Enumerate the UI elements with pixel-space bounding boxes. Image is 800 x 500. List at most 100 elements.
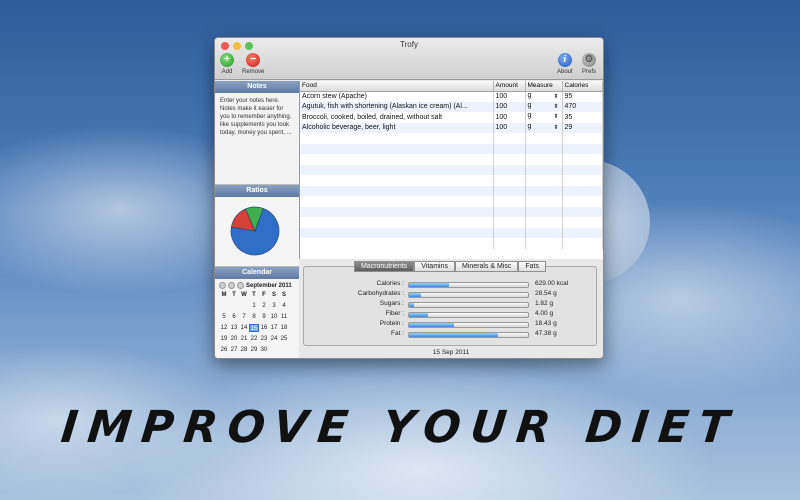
table-row[interactable]: Acorn stew (Apache) 100 g ⬍ 95 bbox=[300, 91, 603, 102]
tab-fats[interactable]: Fats bbox=[518, 261, 547, 272]
weekday-header: W bbox=[241, 292, 247, 298]
table-cell bbox=[525, 154, 563, 165]
table-cell bbox=[300, 133, 494, 144]
nutrient-label: Fat : bbox=[390, 330, 404, 337]
plus-icon: + bbox=[220, 53, 234, 67]
food-table: Food Amount Measure Calories Acorn stew (Ap… bbox=[300, 81, 603, 249]
table-cell: 100 bbox=[493, 122, 526, 133]
measure-stepper-icon[interactable]: ⬍ bbox=[553, 102, 558, 112]
calendar-day[interactable]: 9 bbox=[259, 313, 269, 321]
nutrient-progress-fill bbox=[409, 293, 421, 297]
ratios-header: Ratios bbox=[215, 185, 299, 197]
table-cell: Broccoli, cooked, boiled, drained, witho… bbox=[300, 112, 494, 123]
calendar-day[interactable]: 10 bbox=[269, 313, 279, 321]
table-cell: g ⬍ bbox=[525, 91, 563, 102]
tab-vitamins[interactable]: Vitamins bbox=[414, 261, 455, 272]
calendar-day[interactable]: 29 bbox=[249, 346, 259, 354]
table-cell bbox=[562, 227, 603, 238]
info-icon: i bbox=[557, 53, 572, 67]
table-cell bbox=[525, 206, 563, 217]
add-button[interactable]: + Add bbox=[220, 53, 234, 75]
table-row bbox=[300, 133, 603, 144]
notes-textarea[interactable]: Enter your notes here. Notes make it eas… bbox=[215, 93, 299, 185]
calendar-day[interactable]: 21 bbox=[239, 335, 249, 343]
table-row[interactable]: Agutuk, fish with shortening (Alaskan ic… bbox=[300, 101, 603, 112]
remove-button[interactable]: − Remove bbox=[242, 53, 264, 75]
nutrient-progress-bar bbox=[408, 302, 529, 308]
calendar-day[interactable]: 19 bbox=[219, 335, 229, 343]
table-cell bbox=[300, 217, 494, 228]
prev-month-button[interactable] bbox=[219, 282, 226, 289]
table-row bbox=[300, 238, 603, 249]
about-button[interactable]: i About bbox=[557, 53, 573, 75]
column-header-food[interactable]: Food bbox=[300, 81, 494, 92]
table-cell bbox=[562, 143, 603, 154]
today-button[interactable] bbox=[228, 282, 235, 289]
calendar-day[interactable]: 26 bbox=[219, 346, 229, 354]
measure-stepper-icon[interactable]: ⬍ bbox=[553, 123, 558, 133]
table-row bbox=[300, 143, 603, 154]
cell-measure: g bbox=[527, 101, 532, 109]
calendar-day[interactable]: 20 bbox=[229, 335, 239, 343]
table-row bbox=[300, 217, 603, 228]
tab-macronutrients[interactable]: Macronutrients bbox=[353, 261, 415, 272]
tab-minerals-misc[interactable]: Minerals & Misc bbox=[454, 261, 519, 272]
calendar-day[interactable]: 5 bbox=[219, 313, 229, 321]
calendar-month-label: September 2011 bbox=[246, 282, 292, 289]
table-row[interactable]: Broccoli, cooked, boiled, drained, witho… bbox=[300, 112, 603, 123]
column-header-measure[interactable]: Measure bbox=[525, 81, 563, 92]
table-cell bbox=[300, 185, 494, 196]
calendar-day[interactable]: 30 bbox=[259, 346, 269, 354]
nutrient-label: Protein : bbox=[379, 320, 404, 327]
column-header-amount[interactable]: Amount bbox=[493, 81, 526, 92]
calendar-day[interactable]: 25 bbox=[279, 335, 289, 343]
calendar-day[interactable]: 13 bbox=[229, 324, 239, 332]
calendar-day[interactable]: 28 bbox=[239, 346, 249, 354]
next-month-button[interactable] bbox=[237, 282, 244, 289]
calendar-day[interactable]: 2 bbox=[259, 302, 269, 310]
calendar-day[interactable]: 3 bbox=[269, 302, 279, 310]
calendar-day[interactable]: 23 bbox=[259, 335, 269, 343]
calendar-day[interactable]: 8 bbox=[249, 313, 259, 321]
nutrient-label: Fiber : bbox=[385, 310, 404, 317]
table-cell bbox=[562, 185, 603, 196]
calendar-day[interactable]: 22 bbox=[249, 335, 259, 343]
weekday-header: T bbox=[252, 292, 256, 298]
calendar-day[interactable]: 18 bbox=[279, 324, 289, 332]
calendar-day[interactable]: 17 bbox=[269, 324, 279, 332]
calendar-day[interactable]: 6 bbox=[229, 313, 239, 321]
table-cell: 100 bbox=[493, 112, 526, 123]
calendar-day[interactable]: 27 bbox=[229, 346, 239, 354]
calendar-day[interactable]: 14 bbox=[239, 324, 249, 332]
calendar-day[interactable]: 11 bbox=[279, 313, 289, 321]
table-cell bbox=[562, 164, 603, 175]
table-cell bbox=[300, 164, 494, 175]
cell-food: Acorn stew (Apache) bbox=[302, 93, 367, 100]
calendar-day[interactable]: 1 bbox=[249, 302, 259, 310]
table-cell bbox=[525, 217, 563, 228]
left-sidebar: Notes Enter your notes here. Notes make … bbox=[215, 81, 299, 358]
summary-tabs: Macronutrients Vitamins Minerals & Misc Fat… bbox=[304, 261, 596, 272]
calendar-day[interactable]: 16 bbox=[259, 324, 269, 332]
measure-stepper-icon[interactable]: ⬍ bbox=[553, 112, 558, 122]
cell-food: Alcoholic beverage, beer, light bbox=[302, 124, 396, 132]
weekday-header: S bbox=[281, 292, 286, 298]
table-row[interactable]: Alcoholic beverage, beer, light 100 g ⬍ 29 bbox=[300, 122, 603, 133]
calendar-day[interactable]: 7 bbox=[239, 313, 249, 321]
window-title: Trofy bbox=[400, 40, 418, 49]
table-cell bbox=[300, 206, 494, 217]
nutrient-progress-fill bbox=[409, 333, 499, 337]
table-cell bbox=[493, 154, 526, 165]
nutrient-value: 28.54 g bbox=[535, 290, 557, 297]
calendar-day[interactable]: 15 bbox=[249, 324, 259, 332]
calendar-day[interactable]: 12 bbox=[219, 324, 229, 332]
table-cell bbox=[493, 217, 526, 228]
prefs-button[interactable]: ⚙ Prefs bbox=[582, 53, 596, 75]
nutrient-value: 629.00 kcal bbox=[535, 280, 569, 287]
table-row bbox=[300, 206, 603, 217]
table-cell bbox=[300, 143, 494, 154]
measure-stepper-icon[interactable]: ⬍ bbox=[553, 92, 558, 102]
column-header-calories[interactable]: Calories bbox=[562, 81, 603, 92]
calendar-day[interactable]: 24 bbox=[269, 335, 279, 343]
calendar-day[interactable]: 4 bbox=[279, 302, 289, 310]
